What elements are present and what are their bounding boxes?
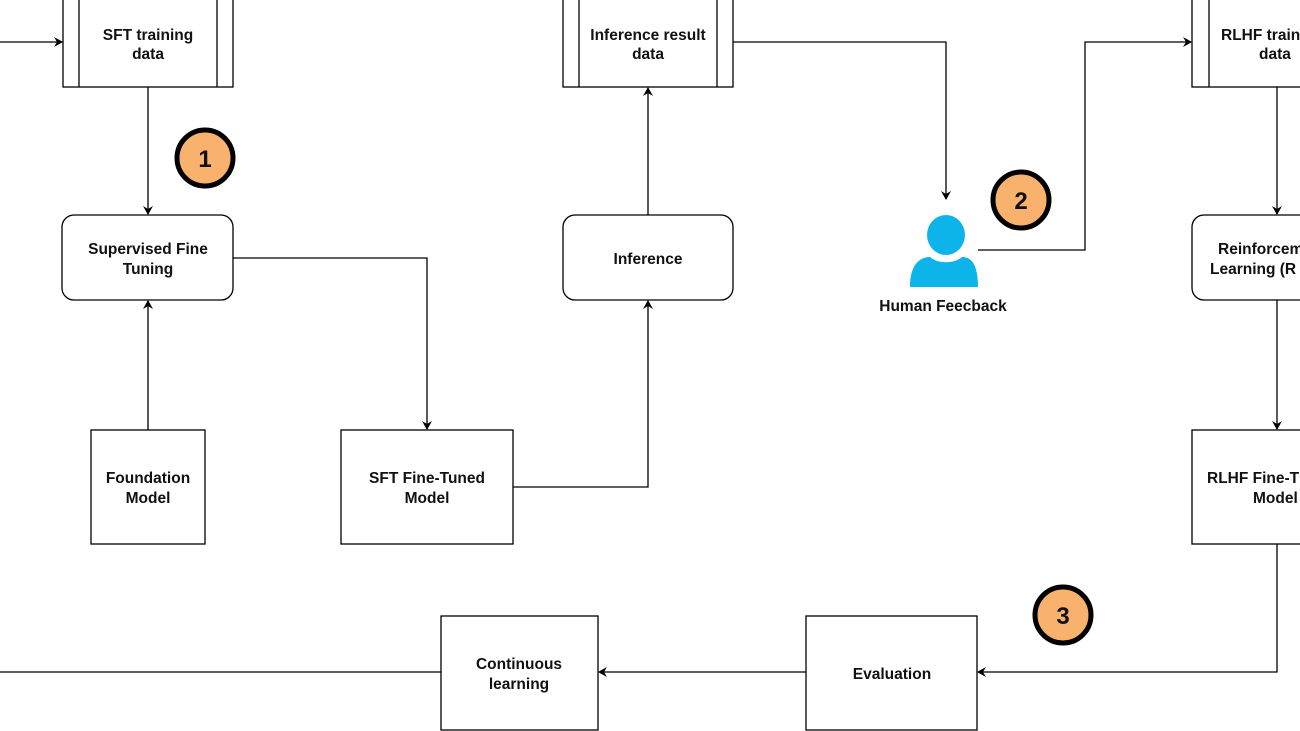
node-label: Inference xyxy=(614,251,683,268)
node-reinforcement-learning[interactable]: Reinforcem Learning (R xyxy=(1191,214,1300,301)
step-badge-2: 2 xyxy=(990,169,1052,231)
step-number: 3 xyxy=(1056,603,1069,630)
step-number: 1 xyxy=(198,146,211,173)
node-label: data xyxy=(1259,46,1291,63)
node-supervised-fine-tuning[interactable]: Supervised Fine Tuning xyxy=(61,214,234,301)
human-feedback[interactable]: Human Feecback xyxy=(879,215,1007,315)
node-rlhf-training-data[interactable]: RLHF traini data xyxy=(1191,0,1300,88)
node-label: Continuous xyxy=(476,656,562,673)
edge-sft-model-to-inference xyxy=(513,300,653,488)
step-badge-1: 1 xyxy=(174,127,236,189)
node-label: Inference result xyxy=(590,27,705,44)
human-feedback-label: Human Feecback xyxy=(879,298,1007,315)
node-label: SFT training xyxy=(103,27,193,44)
person-icon xyxy=(910,215,978,287)
node-inference-result-data[interactable]: Inference result data xyxy=(562,0,734,88)
step-number: 2 xyxy=(1014,188,1027,215)
edge-result-to-human xyxy=(733,41,951,200)
node-label: Evaluation xyxy=(853,666,931,683)
node-label: Learning (R xyxy=(1210,261,1296,278)
edge-rlhf-model-to-evaluation xyxy=(977,544,1278,677)
node-label: SFT Fine-Tuned xyxy=(369,470,485,487)
node-label: learning xyxy=(489,676,549,693)
node-label: data xyxy=(632,46,664,63)
node-label: Reinforcem xyxy=(1218,241,1300,258)
node-label: Model xyxy=(405,490,450,507)
node-continuous-learning[interactable]: Continuous learning xyxy=(440,615,599,731)
diagram: SFT training data Inference result data … xyxy=(0,0,1300,731)
node-sft-fine-tuned-model[interactable]: SFT Fine-Tuned Model xyxy=(340,429,514,545)
node-label: Tuning xyxy=(123,261,174,278)
node-label: RLHF Fine-T xyxy=(1207,470,1300,487)
node-inference[interactable]: Inference xyxy=(562,214,734,301)
edge-sft-to-sft-model xyxy=(233,257,432,430)
node-rlhf-fine-tuned-model[interactable]: RLHF Fine-T Model xyxy=(1191,429,1300,545)
node-label: Supervised Fine xyxy=(88,241,208,258)
node-label: Model xyxy=(126,490,171,507)
step-badge-3: 3 xyxy=(1032,584,1094,646)
node-label: Foundation xyxy=(106,470,190,487)
node-label: Model xyxy=(1253,490,1298,507)
node-label: data xyxy=(132,46,164,63)
node-label: RLHF traini xyxy=(1221,27,1300,44)
node-evaluation[interactable]: Evaluation xyxy=(805,615,978,731)
node-sft-training-data[interactable]: SFT training data xyxy=(62,0,234,88)
node-foundation-model[interactable]: Foundation Model xyxy=(90,429,206,545)
